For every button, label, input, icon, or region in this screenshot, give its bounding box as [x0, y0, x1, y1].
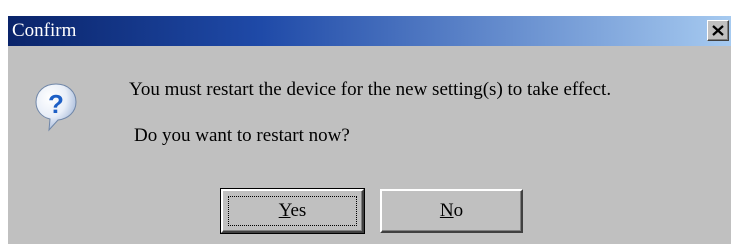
no-label-rest: o: [453, 200, 464, 221]
title-bar[interactable]: Confirm: [8, 16, 731, 46]
question-icon: ?: [35, 83, 77, 132]
close-icon: [712, 25, 724, 36]
confirm-dialog: Confirm ? You must restart the device fo…: [8, 16, 731, 244]
no-button[interactable]: No: [380, 189, 523, 233]
no-button-label: No: [440, 200, 463, 222]
message-line-2: Do you want to restart now?: [134, 125, 350, 146]
close-button[interactable]: [707, 20, 729, 41]
svg-text:?: ?: [48, 89, 64, 119]
no-mnemonic: N: [439, 200, 454, 221]
window-title: Confirm: [12, 20, 77, 41]
yes-button[interactable]: Yes: [220, 188, 365, 234]
message-line-1: You must restart the device for the new …: [129, 79, 612, 100]
focus-rectangle: [228, 196, 357, 226]
